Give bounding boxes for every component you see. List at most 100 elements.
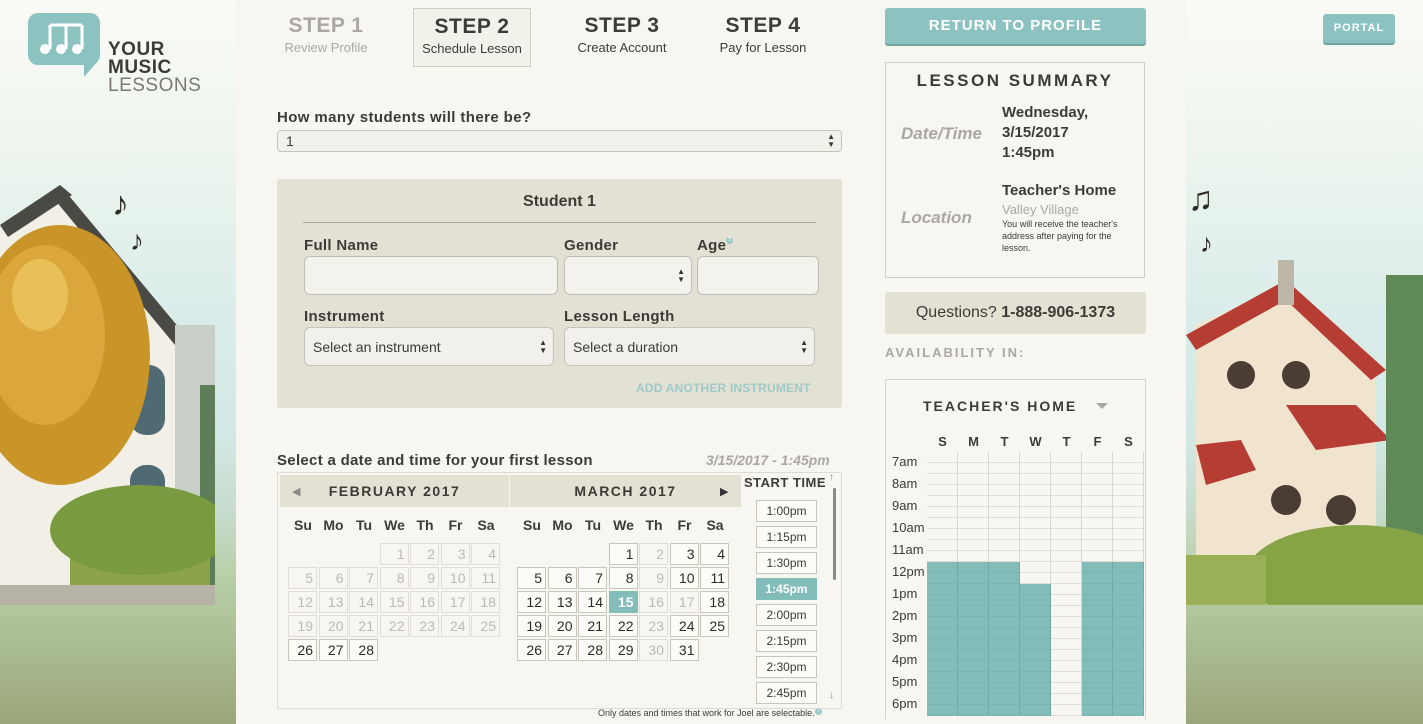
calendar-day[interactable]: 8 <box>608 567 638 589</box>
calendar-day[interactable]: 26 <box>288 639 317 661</box>
availability-cell <box>927 661 958 672</box>
availability-cell <box>1051 518 1082 529</box>
calendar-day[interactable]: 28 <box>578 639 607 661</box>
calendar-day[interactable]: 24 <box>669 615 699 637</box>
calendar-day: 19 <box>288 615 317 637</box>
availability-cell <box>927 573 958 584</box>
calendar-day[interactable]: 26 <box>517 639 546 661</box>
availability-cell <box>1051 694 1082 705</box>
calendar-day: 12 <box>288 591 317 613</box>
lesson-length-label: Lesson Length <box>564 308 675 325</box>
gender-select[interactable]: ▲ ▼ <box>564 256 692 295</box>
calendar-day[interactable]: 21 <box>578 615 607 637</box>
calendar-day[interactable]: 1 <box>608 543 638 565</box>
house-illustration <box>0 185 215 605</box>
calendar-day[interactable]: 28 <box>349 639 378 661</box>
calendar-day[interactable]: 12 <box>517 591 546 613</box>
step-number: STEP 2 <box>434 15 510 38</box>
availability-cell <box>927 551 958 562</box>
calendar-day[interactable]: 19 <box>517 615 546 637</box>
availability-cell <box>1082 507 1113 518</box>
questions-banner: Questions? 1-888-906-1373 <box>885 292 1146 334</box>
time-slot-button[interactable]: 1:45pm <box>756 578 817 600</box>
full-name-input[interactable] <box>304 256 558 295</box>
availability-cell <box>958 628 989 639</box>
availability-cell <box>927 705 958 716</box>
add-another-instrument-link[interactable]: ADD ANOTHER INSTRUMENT <box>636 381 811 395</box>
calendar-day[interactable]: 4 <box>700 543 729 565</box>
selected-datetime: 3/15/2017 - 1:45pm <box>706 452 830 468</box>
lesson-length-select[interactable]: Select a duration ▲ ▼ <box>564 327 815 366</box>
availability-cell <box>989 639 1020 650</box>
calendar-day[interactable]: 13 <box>547 591 577 613</box>
calendar-day[interactable]: 18 <box>700 591 729 613</box>
availability-cell <box>1020 573 1051 584</box>
weekday-header: Fr <box>677 517 692 533</box>
time-slot-button[interactable]: 1:15pm <box>756 526 817 548</box>
time-slot-button[interactable]: 1:30pm <box>756 552 817 574</box>
availability-cell <box>1113 595 1144 606</box>
calendar-day: 9 <box>639 567 668 589</box>
calendar-day[interactable]: 27 <box>318 639 348 661</box>
prev-month-icon[interactable]: ◀ <box>292 485 300 498</box>
step-create-account[interactable]: STEP 3 Create Account <box>563 14 681 55</box>
calendar-day[interactable]: 20 <box>547 615 577 637</box>
grid-hour-label: 1pm <box>892 586 918 601</box>
calendar-day[interactable]: 27 <box>547 639 577 661</box>
chevron-down-icon[interactable] <box>1096 403 1108 409</box>
time-slot-button[interactable]: 2:30pm <box>756 656 817 678</box>
calendar-day[interactable]: 14 <box>578 591 607 613</box>
return-to-profile-button[interactable]: RETURN TO PROFILE <box>885 8 1146 44</box>
calendar-day[interactable]: 22 <box>608 615 638 637</box>
availability-location-select[interactable]: TEACHER'S HOME <box>923 398 1077 414</box>
logo[interactable]: YOUR MUSIC LESSONS <box>28 13 218 103</box>
weekday-header: Th <box>645 517 663 533</box>
help-icon[interactable]: ? <box>814 708 822 715</box>
date-time-prompt: Select a date and time for your first le… <box>277 452 593 469</box>
phone-number[interactable]: 1-888-906-1373 <box>1001 304 1115 321</box>
help-icon[interactable]: ? <box>726 237 734 244</box>
time-slot-button[interactable]: 2:15pm <box>756 630 817 652</box>
time-slot-button[interactable]: 2:45pm <box>756 682 817 704</box>
scroll-up-icon[interactable]: ↑ <box>829 472 834 483</box>
grid-hour-label: 6pm <box>892 696 918 711</box>
calendar-day[interactable]: 3 <box>669 543 699 565</box>
availability-cell <box>1051 452 1082 463</box>
calendar-day[interactable]: 25 <box>700 615 729 637</box>
availability-cell <box>989 661 1020 672</box>
step-review-profile[interactable]: STEP 1 Review Profile <box>267 14 385 55</box>
select-arrows-icon: ▲ ▼ <box>800 337 808 355</box>
availability-cell <box>1082 496 1113 507</box>
calendar-day[interactable]: 29 <box>608 639 638 661</box>
time-slot-button[interactable]: 2:00pm <box>756 604 817 626</box>
music-note-icon: ♫ <box>1188 180 1214 218</box>
availability-cell <box>958 650 989 661</box>
calendar-day[interactable]: 15 <box>608 591 638 613</box>
availability-cell <box>927 485 958 496</box>
next-month-icon[interactable]: ▶ <box>720 485 728 498</box>
calendar-day[interactable]: 31 <box>669 639 699 661</box>
calendar-day: 4 <box>471 543 500 565</box>
availability-cell <box>1020 694 1051 705</box>
calendar-day[interactable]: 11 <box>700 567 729 589</box>
age-input[interactable] <box>697 256 819 295</box>
step-label: Review Profile <box>284 40 368 55</box>
full-name-label: Full Name <box>304 237 379 254</box>
time-scrollbar[interactable] <box>833 488 836 580</box>
availability-cell <box>1113 540 1144 551</box>
calendar-day[interactable]: 5 <box>517 567 546 589</box>
calendar-day[interactable]: 7 <box>578 567 607 589</box>
instrument-select[interactable]: Select an instrument ▲ ▼ <box>304 327 554 366</box>
step-schedule-lesson[interactable]: STEP 2 Schedule Lesson <box>413 8 531 67</box>
calendar-day[interactable]: 6 <box>547 567 577 589</box>
time-slot-button[interactable]: 1:00pm <box>756 500 817 522</box>
step-pay-for-lesson[interactable]: STEP 4 Pay for Lesson <box>704 14 822 55</box>
calendar-day[interactable]: 10 <box>669 567 699 589</box>
availability-cell <box>1082 705 1113 716</box>
students-count-select[interactable]: 1 ▲ ▼ <box>277 130 842 152</box>
portal-button[interactable]: PORTAL <box>1323 14 1395 43</box>
availability-cell <box>1020 562 1051 573</box>
background-illustration-left: ♪ ♪ <box>0 0 236 724</box>
scroll-down-icon[interactable]: ↓ <box>829 690 834 701</box>
availability-cell <box>1051 705 1082 716</box>
